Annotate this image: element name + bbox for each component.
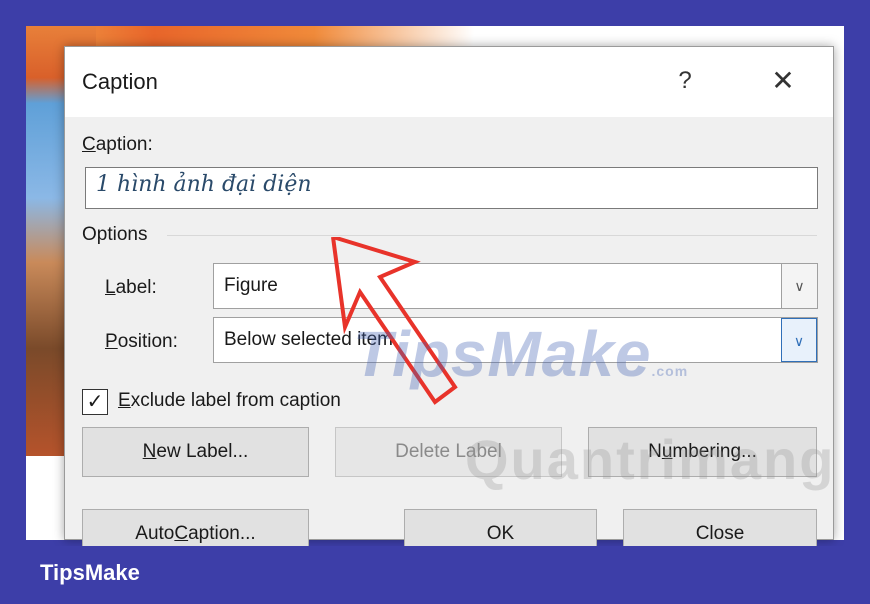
position-field-label: Position:	[105, 331, 178, 352]
exclude-label-checkbox[interactable]: ✓	[82, 389, 108, 415]
delete-label-button[interactable]: Delete Label	[335, 427, 562, 477]
brand-logo-text: TipsMake	[40, 560, 140, 585]
position-select-value: Below selected item	[224, 329, 393, 350]
label-field-label: Label:	[105, 277, 157, 298]
dialog-titlebar: Caption ? ✕	[65, 47, 833, 117]
label-select-value: Figure	[224, 275, 278, 296]
exclude-label-text: Exclude label from caption	[118, 390, 341, 411]
caption-input[interactable]: 1 hình ảnh đại diện	[85, 167, 818, 209]
position-select[interactable]: Below selected item ∨	[213, 317, 818, 363]
brand-bar: TipsMake	[0, 546, 870, 604]
new-label-button[interactable]: New Label...	[82, 427, 309, 477]
caption-field-label: Caption:	[82, 134, 153, 155]
chevron-down-icon[interactable]: ∨	[781, 318, 817, 362]
numbering-button[interactable]: Numbering...	[588, 427, 817, 477]
dialog-title: Caption	[82, 69, 158, 94]
chevron-down-icon[interactable]: ∨	[781, 264, 817, 308]
help-button[interactable]: ?	[665, 61, 705, 101]
options-divider	[167, 235, 817, 236]
close-icon[interactable]: ✕	[761, 61, 805, 101]
label-select[interactable]: Figure ∨	[213, 263, 818, 309]
options-heading: Options	[82, 224, 148, 245]
caption-dialog: Caption ? ✕ Caption: 1 hình ảnh đại diện…	[64, 46, 834, 559]
